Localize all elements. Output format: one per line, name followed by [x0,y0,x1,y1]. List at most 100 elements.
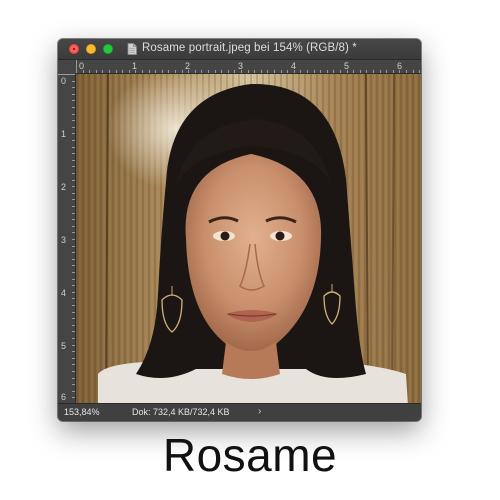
ruler-tick [72,179,75,181]
ruler-tick [72,318,75,320]
ruler-tick [359,70,361,73]
document-size-info[interactable]: Dok: 732,4 KB/732,4 KB [132,407,230,417]
ruler-tick [72,107,75,108]
ruler-tick [148,70,150,73]
ruler-v-label: 2 [61,182,67,192]
ruler-tick [72,140,75,141]
ruler-tick [72,146,75,148]
ruler-tick [142,70,143,73]
ruler-tick [293,70,295,73]
ruler-tick [115,70,117,73]
zoom-button[interactable] [103,44,113,54]
ruler-tick [307,70,308,73]
portrait-photo [76,74,421,404]
ruler-tick [353,70,355,73]
ruler-tick [72,93,75,95]
ruler-tick [72,120,75,122]
ruler-tick [386,70,388,73]
ruler-tick [72,258,75,260]
ruler-tick [72,272,75,273]
ruler-tick [72,285,75,287]
ruler-tick [72,331,75,333]
ruler-tick [72,186,75,188]
ruler-tick [254,70,256,73]
ruler-tick [399,70,401,73]
ruler-tick [201,70,203,73]
caption-title: Rosame [162,429,338,481]
ruler-tick [214,70,216,73]
ruler-tick [221,70,223,73]
ruler-tick [346,70,348,73]
ruler-tick [72,384,75,386]
ruler-v-label: 5 [61,341,67,351]
ruler-tick [373,70,374,73]
status-bar: 153,84% Dok: 732,4 KB/732,4 KB › [58,403,421,421]
ruler-tick [72,278,75,280]
ruler-tick [326,70,328,73]
ruler-tick [194,70,196,73]
ruler-tick [72,87,75,89]
title-bar[interactable]: Rosame portrait.jpeg bei 154% (RGB/8) * [58,39,421,60]
status-menu-arrow-icon[interactable]: › [258,406,261,417]
photoshop-document-window: Rosame portrait.jpeg bei 154% (RGB/8) * … [58,39,421,421]
zoom-level-field[interactable]: 153,84% [64,407,100,417]
ruler-tick [89,70,91,73]
ruler-tick [95,70,97,73]
document-title: Rosame portrait.jpeg bei 154% (RGB/8) * [142,42,357,54]
ruler-tick [72,324,75,326]
ruler-tick [72,100,75,102]
ruler-tick [72,153,75,155]
ruler-tick [366,70,368,73]
ruler-tick [72,305,75,306]
ruler-v-label: 0 [61,76,67,86]
ruler-tick [72,232,75,234]
ruler-tick [155,70,157,73]
ruler-v-label: 6 [61,392,67,402]
ruler-tick [234,70,236,73]
ruler-tick [333,70,335,73]
ruler-tick [274,70,275,73]
ruler-v-label: 1 [61,129,67,139]
ruler-tick [76,60,77,73]
horizontal-ruler[interactable]: 0 1 2 3 4 5 6 [76,60,421,74]
document-icon [127,43,137,55]
ruler-tick [72,291,75,293]
ruler-tick [406,70,407,73]
ruler-tick [128,70,130,73]
ruler-tick [175,70,176,73]
ruler-tick [260,70,262,73]
close-button[interactable] [69,44,79,54]
ruler-tick [72,357,75,359]
ruler-tick [72,364,75,366]
ruler-tick [227,70,229,73]
ruler-tick [72,206,75,207]
ruler-tick [72,173,75,174]
ruler-tick [109,70,110,73]
ruler-tick [320,70,322,73]
ruler-tick [58,74,75,75]
ruler-tick [72,377,75,379]
ruler-tick [72,390,75,392]
ruler-tick [72,225,75,227]
ruler-tick [72,397,75,399]
ruler-tick [135,70,137,73]
ruler-tick [72,371,75,372]
minimize-button[interactable] [86,44,96,54]
ruler-tick [72,311,75,313]
ruler-v-label: 3 [61,235,67,245]
document-canvas[interactable] [76,74,421,404]
ruler-tick [72,212,75,214]
vertical-ruler[interactable]: 0 1 2 3 4 5 6 [58,74,76,404]
ruler-origin[interactable] [58,60,76,74]
ruler-tick [72,199,75,201]
ruler-tick [168,70,170,73]
ruler-v-label: 4 [61,288,67,298]
ruler-tick [72,239,75,240]
ruler-tick [313,70,315,73]
ruler-tick [72,338,75,339]
ruler-tick [392,70,394,73]
ruler-tick [102,70,104,73]
ruler-tick [379,70,381,73]
ruler-tick [340,70,341,73]
ruler-tick [247,70,249,73]
